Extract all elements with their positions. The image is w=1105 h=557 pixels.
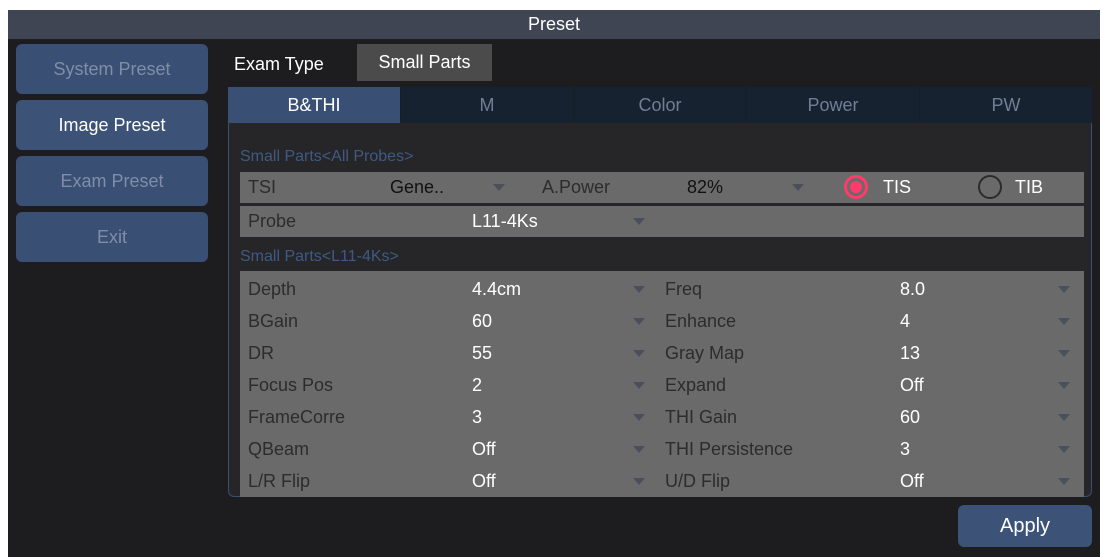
probe-params-block: Depth 4.4cm Freq 8.0 BGain 60 Enhance 4 … [240, 271, 1084, 497]
tsi-value[interactable]: Gene.. [390, 172, 444, 203]
tis-radio-icon[interactable] [844, 175, 868, 199]
param-left-value[interactable]: Off [472, 433, 496, 465]
param-right-value[interactable]: 60 [900, 401, 920, 433]
exam-type-label: Exam Type [234, 53, 324, 74]
dropdown-icon[interactable] [1058, 350, 1070, 357]
param-left-label: Focus Pos [248, 374, 334, 395]
param-row: DR 55 Gray Map 13 [240, 337, 1084, 369]
param-right-label: THI Gain [665, 406, 738, 427]
param-left-label: BGain [248, 310, 299, 331]
tib-label: TIB [1015, 177, 1044, 197]
system-preset-button[interactable]: System Preset [16, 44, 208, 94]
dropdown-icon[interactable] [1058, 382, 1070, 389]
param-left-label: Depth [248, 278, 297, 299]
dropdown-icon[interactable] [633, 350, 645, 357]
param-left-value[interactable]: Off [472, 465, 496, 497]
param-left-value[interactable]: 60 [472, 305, 492, 337]
probe-value[interactable]: L11-4Ks [472, 206, 538, 237]
dropdown-icon[interactable] [633, 478, 645, 485]
param-left-value[interactable]: 55 [472, 337, 492, 369]
param-right-label: U/D Flip [665, 470, 731, 491]
all-probes-section-title: Small Parts<All Probes> [240, 148, 414, 165]
image-preset-button[interactable]: Image Preset [16, 100, 208, 150]
param-row: Depth 4.4cm Freq 8.0 [240, 273, 1084, 305]
param-right-value[interactable]: Off [900, 465, 924, 497]
dropdown-icon[interactable] [1058, 414, 1070, 421]
tab-m[interactable]: M [401, 87, 574, 123]
tsi-dropdown-icon[interactable] [493, 184, 505, 191]
param-left-value[interactable]: 3 [472, 401, 482, 433]
mode-tabs: B&THI M Color Power PW [228, 87, 1092, 123]
param-row: QBeam Off THI Persistence 3 [240, 433, 1084, 465]
param-right-value[interactable]: 8.0 [900, 273, 925, 305]
param-right-label: Freq [665, 278, 703, 299]
param-left-value[interactable]: 2 [472, 369, 482, 401]
dropdown-icon[interactable] [633, 286, 645, 293]
tsi-label: TSI [248, 177, 277, 197]
dropdown-icon[interactable] [633, 414, 645, 421]
param-right-value[interactable]: 4 [900, 305, 910, 337]
tab-color[interactable]: Color [574, 87, 747, 123]
param-row: FrameCorre 3 THI Gain 60 [240, 401, 1084, 433]
dropdown-icon[interactable] [633, 382, 645, 389]
exam-type-selector[interactable]: Small Parts [357, 44, 492, 81]
tab-b-thi[interactable]: B&THI [228, 87, 401, 123]
param-left-value[interactable]: 4.4cm [472, 273, 521, 305]
param-left-label: L/R Flip [248, 470, 311, 491]
tsi-row: TSI Gene.. A.Power 82% TIS TIB [240, 172, 1084, 203]
param-row: Focus Pos 2 Expand Off [240, 369, 1084, 401]
param-right-label: THI Persistence [665, 438, 794, 459]
param-left-label: FrameCorre [248, 406, 346, 427]
apply-button[interactable]: Apply [958, 505, 1092, 547]
dropdown-icon[interactable] [1058, 318, 1070, 325]
dropdown-icon[interactable] [1058, 478, 1070, 485]
param-right-label: Enhance [665, 310, 737, 331]
exit-button[interactable]: Exit [16, 212, 208, 262]
tab-pw[interactable]: PW [920, 87, 1092, 123]
dropdown-icon[interactable] [1058, 286, 1070, 293]
param-left-label: DR [248, 342, 274, 363]
param-row: BGain 60 Enhance 4 [240, 305, 1084, 337]
tab-power[interactable]: Power [747, 87, 920, 123]
param-right-label: Expand [665, 374, 727, 395]
param-right-value[interactable]: 3 [900, 433, 910, 465]
apower-value[interactable]: 82% [687, 172, 723, 203]
probe-section-title: Small Parts<L11-4Ks> [240, 248, 399, 265]
dropdown-icon[interactable] [633, 318, 645, 325]
param-right-value[interactable]: 13 [900, 337, 920, 369]
param-right-value[interactable]: Off [900, 369, 924, 401]
probe-dropdown-icon[interactable] [633, 218, 645, 225]
exam-preset-button[interactable]: Exam Preset [16, 156, 208, 206]
dropdown-icon[interactable] [633, 446, 645, 453]
window-title: Preset [8, 10, 1100, 39]
dropdown-icon[interactable] [1058, 446, 1070, 453]
apower-dropdown-icon[interactable] [792, 184, 804, 191]
param-left-label: QBeam [248, 438, 310, 459]
probe-label: Probe [248, 211, 297, 231]
tis-label: TIS [883, 177, 912, 197]
probe-row: Probe L11-4Ks [240, 206, 1084, 237]
apower-label: A.Power [542, 177, 611, 197]
param-row: L/R Flip Off U/D Flip Off [240, 465, 1084, 497]
param-right-label: Gray Map [665, 342, 745, 363]
tib-radio-icon[interactable] [978, 175, 1002, 199]
